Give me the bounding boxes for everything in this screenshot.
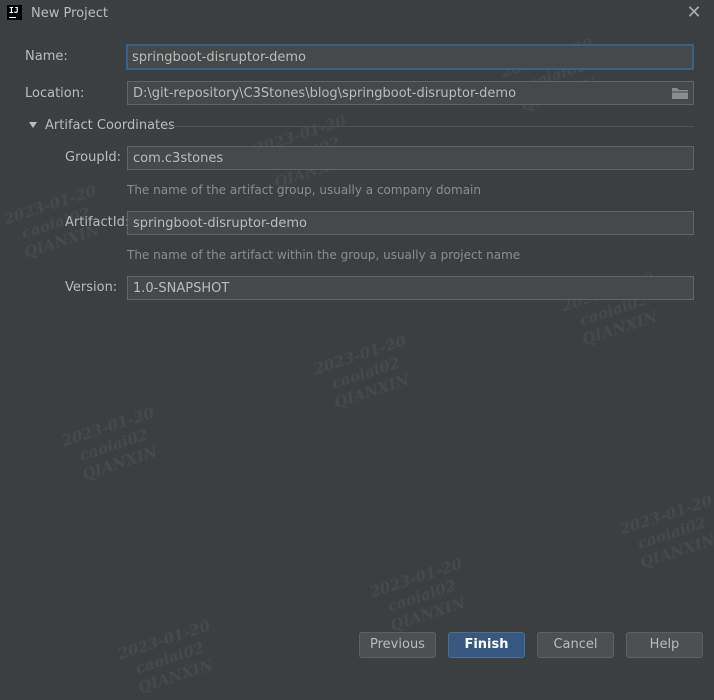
previous-button[interactable]: Previous [359,632,436,658]
location-field[interactable] [127,81,694,105]
cancel-button[interactable]: Cancel [537,632,614,658]
watermark: 2023-01-20caoiai02QIANXIN [367,554,468,635]
name-label: Name: [25,49,68,64]
version-label: Version: [65,280,118,295]
artifactid-field[interactable] [127,211,694,235]
groupid-label: GroupId: [65,150,122,165]
watermark: 2023-01-20caoiai02QIANXIN [59,403,160,484]
close-icon[interactable]: ✕ [684,3,704,23]
location-label: Location: [25,86,85,101]
watermark: 2023-01-20caoiai02QIANXIN [617,491,714,572]
version-field[interactable] [127,276,694,300]
artifact-coordinates-toggle[interactable]: Artifact Coordinates [45,118,175,133]
section-divider [168,126,694,127]
intellij-logo-icon: IJ [7,5,22,20]
groupid-hint: The name of the artifact group, usually … [127,183,481,197]
watermark: 2023-01-20caoiai02QIANXIN [115,616,216,697]
finish-button[interactable]: Finish [448,632,525,658]
artifactid-label: ArtifactId: [65,215,130,230]
name-field[interactable] [126,44,694,70]
window-title: New Project [31,6,108,21]
artifactid-hint: The name of the artifact within the grou… [127,248,521,262]
title-bar: IJ New Project ✕ [0,0,714,28]
help-button[interactable]: Help [626,632,703,658]
watermark: 2023-01-20caoiai02QIANXIN [311,331,412,412]
triangle-down-icon[interactable] [29,122,37,128]
folder-icon[interactable] [671,86,689,100]
groupid-field[interactable] [127,146,694,170]
